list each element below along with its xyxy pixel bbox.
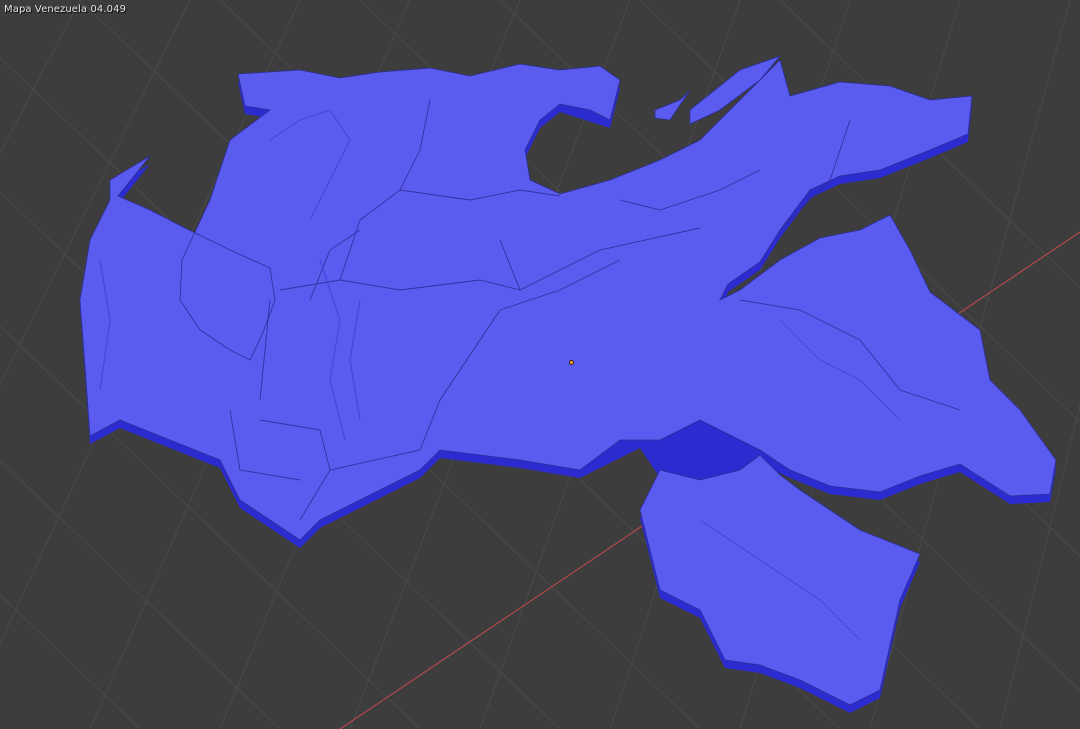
venezuela-relief-mesh[interactable] <box>0 0 1080 729</box>
viewport-object-label: Mapa Venezuela 04.049 <box>4 4 127 15</box>
island-margarita <box>654 89 691 121</box>
mainland-surface <box>79 59 1057 541</box>
object-origin-point[interactable] <box>569 360 574 365</box>
3d-viewport[interactable]: Mapa Venezuela 04.049 <box>0 0 1080 729</box>
